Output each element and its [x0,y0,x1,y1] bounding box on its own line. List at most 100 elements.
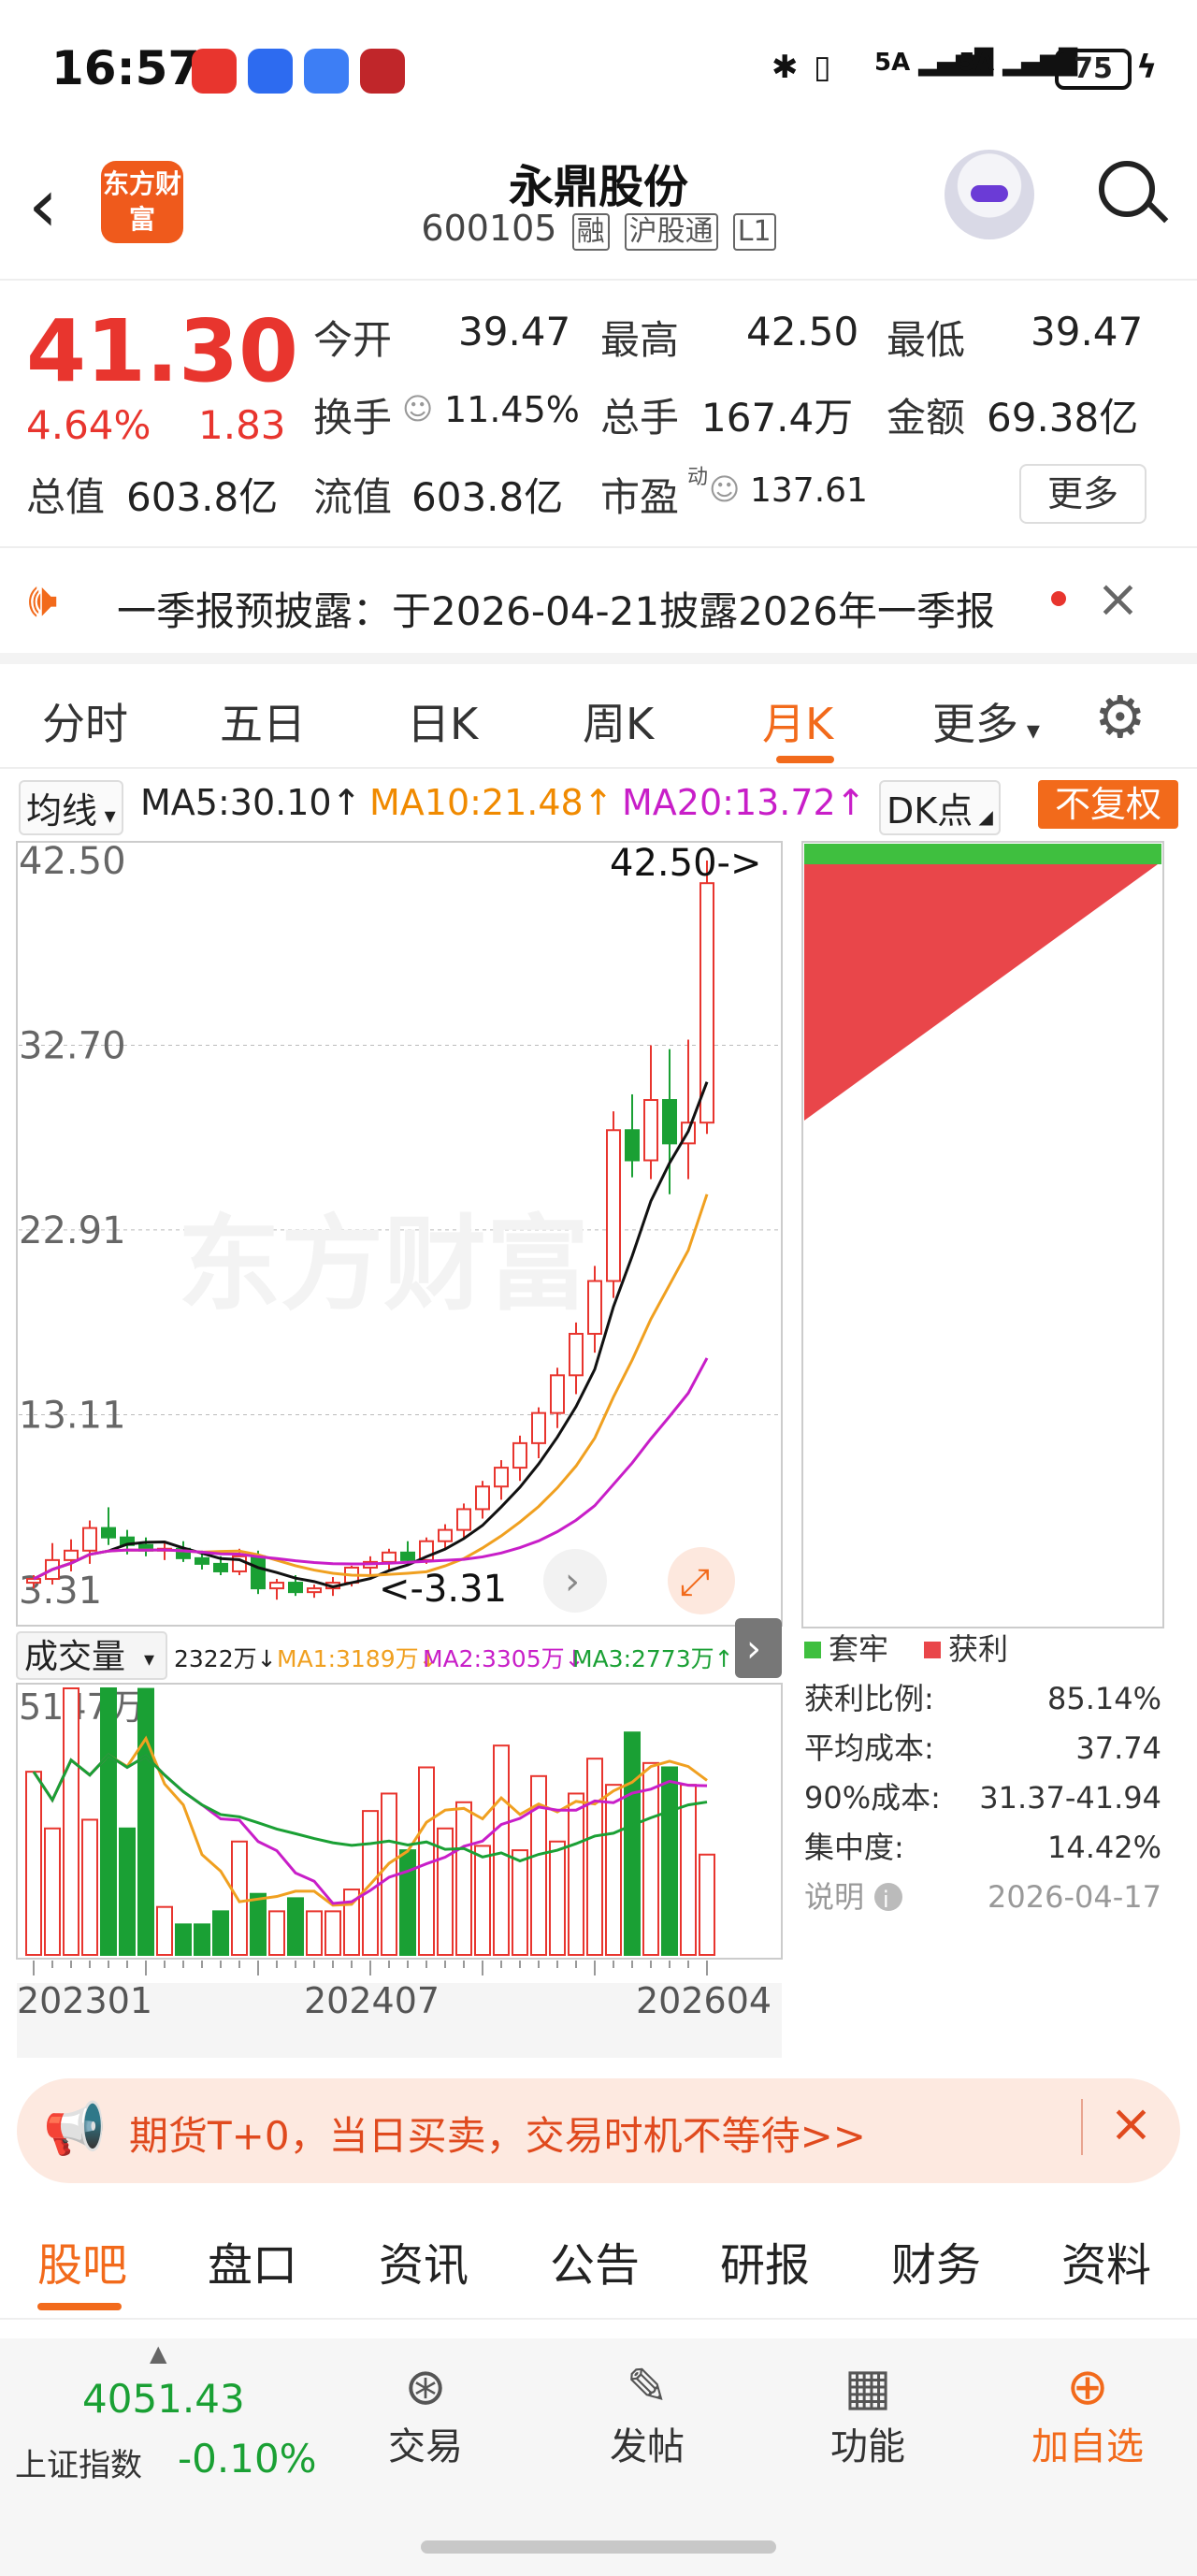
candle-body [456,1508,471,1531]
volume-selector-label: 成交量 [24,1638,125,1676]
volume-bar [605,1784,622,1956]
megaphone-icon: 📢 [43,2099,107,2158]
turnover-label: 换手 [313,395,393,441]
market-cap-label: 总值 [26,474,106,520]
close-icon[interactable]: × [1109,2093,1153,2154]
volume-bar [661,1766,678,1957]
close-icon[interactable]: × [1096,569,1140,630]
add-watchlist-button[interactable]: ⊕ 加自选 [1013,2357,1162,2470]
active-tab-indicator [37,2303,122,2310]
tab-research[interactable]: 研报 [720,2228,810,2294]
volume-current: 2322万↓ [174,1645,277,1672]
gear-icon[interactable]: ⚙ [1094,683,1147,751]
volume-bar [568,1792,584,1956]
caret-down-icon: ▾ [1018,715,1040,745]
status-time: 16:57 [51,41,201,95]
candle-body [26,1578,41,1585]
volume-bar [512,1849,528,1957]
chip-row-value: 14.42% [1047,1830,1161,1865]
trade-button[interactable]: ⊛ 交易 [351,2357,500,2470]
more-quote-button[interactable]: 更多 [1019,464,1147,524]
y-axis-label: 22.91 [19,1209,126,1252]
candle-body [625,1129,640,1162]
tab-announcements[interactable]: 公告 [550,2228,640,2294]
search-icon[interactable] [1099,161,1155,217]
watermark: 东方财富 [178,1205,589,1324]
bank-app-icon [360,49,405,94]
amount-value: 69.38亿 [987,395,1139,441]
turnover-value: 11.45% [444,389,580,430]
notice-text[interactable]: 一季报预披露：于2026-04-21披露2026年一季报 [117,580,995,637]
high-value: 42.50 [746,309,859,355]
candle-body [195,1556,209,1565]
candle-body [251,1555,266,1590]
ma-selector[interactable]: 均线 ▾ [19,780,123,835]
tab-weekly-k[interactable]: 周K [583,690,654,752]
volume-bar [44,1827,61,1957]
chevron-right-icon: › [746,1628,761,1671]
volume-bar [231,1840,248,1956]
chip-date: 2026-04-17 [988,1879,1161,1915]
chip-note-label[interactable]: 说明 [804,1879,864,1915]
volume-bar [399,1849,416,1957]
high-label: 最高 [600,317,680,363]
candle-body [643,1099,658,1162]
adjust-mode-button[interactable]: 不复权 [1038,780,1178,829]
unread-dot [1051,591,1066,606]
last-price: 41.30 [26,301,299,401]
tab-forum[interactable]: 股吧 [37,2228,127,2294]
notification-app-icon [192,49,237,94]
caret-up-icon: ▲ [150,2340,167,2366]
tab-five-day[interactable]: 五日 [220,690,306,752]
volume-bar [549,1840,566,1956]
post-button[interactable]: ✎ 发帖 [572,2357,722,2470]
volume-bar [119,1827,136,1957]
futures-ad-banner[interactable]: 📢 期货T+0，当日买卖，交易时机不等待>> × [17,2078,1180,2183]
candle-body [662,1099,677,1145]
candle-body [587,1280,602,1335]
quote-panel: 41.30 4.64% 1.83 今开 39.47 最高 42.50 最低 39… [0,281,1197,548]
tab-news[interactable]: 资讯 [379,2228,469,2294]
volume-bar [586,1758,603,1956]
volume-bar [81,1818,98,1957]
candle-body [550,1374,565,1414]
ad-text[interactable]: 期货T+0，当日买卖，交易时机不等待>> [129,2105,866,2162]
functions-button[interactable]: ▦ 功能 [793,2357,943,2470]
index-name[interactable]: 上证指数 [15,2439,142,2485]
tab-financials[interactable]: 财务 [891,2228,981,2294]
y-axis-label: 3.31 [19,1570,102,1613]
candle-body [699,882,714,1124]
tab-daily-k[interactable]: 日K [407,690,478,752]
notice-bar[interactable]: 🕪 一季报预披露：于2026-04-21披露2026年一季报 × [0,550,1197,664]
candle-body [64,1549,79,1561]
expand-icon: ⤢ [680,1561,710,1604]
candle-body [400,1551,415,1561]
dk-point-selector[interactable]: DK点 ◢ [879,780,1001,835]
tab-intraday[interactable]: 分时 [42,690,128,752]
tab-more-periods[interactable]: 更多 ▾ [932,690,1040,752]
kline-chart[interactable]: 东方财富 42.50 32.70 22.91 13.11 3.31 42.50-… [0,832,1197,2067]
post-label: 发帖 [610,2425,685,2468]
chip-row-label: 90%成本: [804,1780,941,1816]
low-marker: <-3.31 [379,1568,507,1611]
volume-max-label: 5147万 [19,1686,145,1728]
tab-profile[interactable]: 资料 [1061,2228,1151,2294]
x-axis-label: 202604 [636,1980,772,2021]
active-tab-indicator [776,756,834,763]
tab-monthly-k[interactable]: 月K [762,690,833,752]
volume-value: 167.4万 [701,395,854,441]
assistant-robot-icon[interactable] [945,150,1034,239]
chip-row-value: 85.14% [1047,1681,1161,1716]
volume-bar [642,1761,659,1957]
chip-row-label: 集中度: [804,1830,904,1865]
content-tabs: 股吧 盘口 资讯 公告 研报 财务 资料 [0,2207,1197,2320]
tab-order-book[interactable]: 盘口 [208,2228,297,2294]
index-change[interactable]: -0.10% [178,2436,317,2482]
volume-bar [250,1892,267,1956]
index-value[interactable]: 4051.43 [82,2376,245,2422]
functions-label: 功能 [830,2425,905,2468]
pe-dynamic-sup: 动 [687,466,709,489]
info-icon[interactable]: ☺ [709,471,740,507]
ma5-value: MA5:30.10↑ [140,782,362,823]
info-icon[interactable]: ☺ [402,391,433,427]
